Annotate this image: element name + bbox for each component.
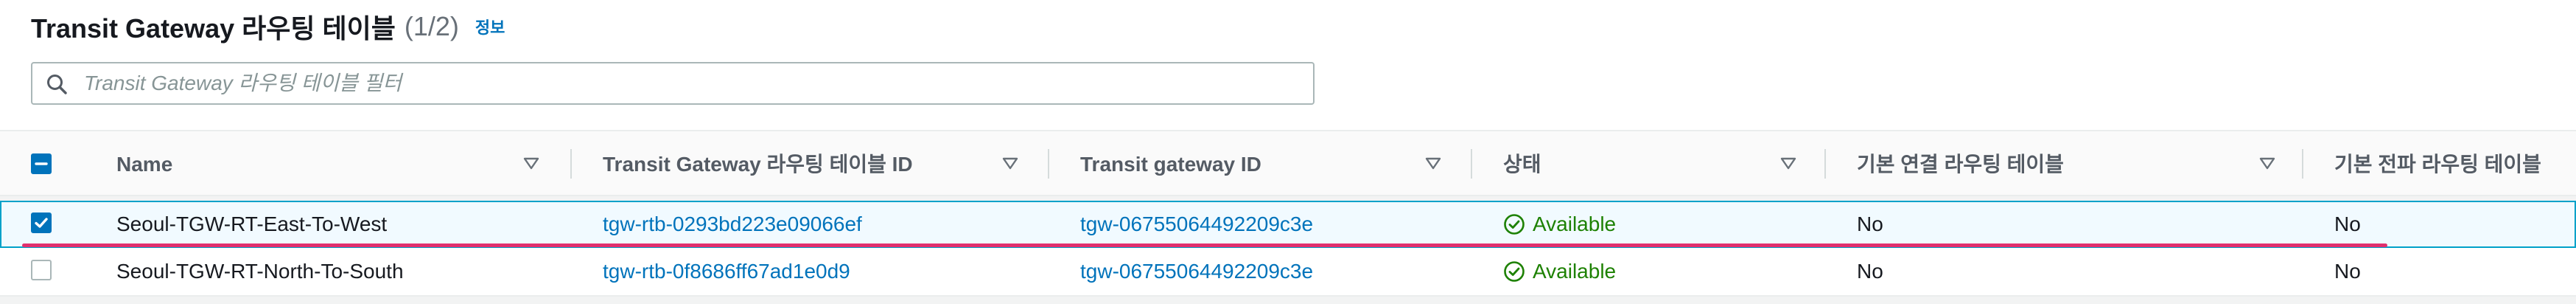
sort-icon[interactable] xyxy=(522,153,541,173)
column-header-default-association[interactable]: 기본 연결 라우팅 테이블 xyxy=(1857,152,2064,177)
annotation-underline xyxy=(22,243,2387,247)
cell-default-propagation: No xyxy=(2334,260,2361,283)
column-divider[interactable] xyxy=(2302,149,2303,179)
table-row[interactable]: Seoul-TGW-RT-East-To-West tgw-rtb-0293bd… xyxy=(0,201,2576,248)
filter-search-box[interactable] xyxy=(31,62,1315,105)
filter-input[interactable] xyxy=(84,63,1306,103)
info-link[interactable]: 정보 xyxy=(475,15,505,38)
column-divider[interactable] xyxy=(1471,149,1472,179)
status-text: Available xyxy=(1533,260,1617,283)
status-success-icon xyxy=(1503,260,1525,283)
status-text: Available xyxy=(1533,213,1617,235)
column-divider[interactable] xyxy=(1048,149,1049,179)
cell-name: Seoul-TGW-RT-North-To-South xyxy=(116,260,404,283)
cell-name: Seoul-TGW-RT-East-To-West xyxy=(116,213,388,235)
page-title: Transit Gateway 라우팅 테이블 xyxy=(31,13,396,44)
sort-icon[interactable] xyxy=(1424,153,1443,173)
row-checkbox[interactable] xyxy=(31,213,52,233)
column-divider[interactable] xyxy=(1824,149,1826,179)
sort-icon[interactable] xyxy=(1001,153,1020,173)
tgw-id-link[interactable]: tgw-06755064492209c3e xyxy=(1080,259,1313,284)
sort-icon[interactable] xyxy=(2258,153,2277,173)
column-header-route-table-id[interactable]: Transit Gateway 라우팅 테이블 ID xyxy=(603,152,913,177)
column-divider[interactable] xyxy=(570,149,572,179)
route-tables-table: Name Transit Gateway 라우팅 테이블 ID Transit … xyxy=(0,130,2576,304)
search-icon xyxy=(46,73,68,95)
row-separator xyxy=(0,295,2576,297)
cell-default-association: No xyxy=(1857,260,1883,283)
column-header-name[interactable]: Name xyxy=(116,152,172,177)
column-header-tgw-id[interactable]: Transit gateway ID xyxy=(1080,152,1261,177)
table-header: Transit Gateway 라우팅 테이블 (1/2) 정보 xyxy=(31,4,505,49)
row-checkbox[interactable] xyxy=(31,260,52,280)
selection-count: (1/2) xyxy=(404,11,459,41)
cell-default-association: No xyxy=(1857,213,1883,235)
route-table-id-link[interactable]: tgw-rtb-0293bd223e09066ef xyxy=(603,212,862,237)
tgw-id-link[interactable]: tgw-06755064492209c3e xyxy=(1080,212,1313,237)
cell-default-propagation: No xyxy=(2334,213,2361,235)
table-row[interactable]: Seoul-TGW-RT-North-To-South tgw-rtb-0f86… xyxy=(0,248,2576,295)
column-header-status[interactable]: 상태 xyxy=(1503,152,1541,177)
sort-icon[interactable] xyxy=(1779,153,1798,173)
status-success-icon xyxy=(1503,213,1525,235)
table-header-row: Name Transit Gateway 라우팅 테이블 ID Transit … xyxy=(0,131,2576,196)
route-table-id-link[interactable]: tgw-rtb-0f8686ff67ad1e0d9 xyxy=(603,259,850,284)
column-header-default-propagation[interactable]: 기본 전파 라우팅 테이블 xyxy=(2334,152,2541,177)
select-all-checkbox[interactable] xyxy=(31,153,52,174)
